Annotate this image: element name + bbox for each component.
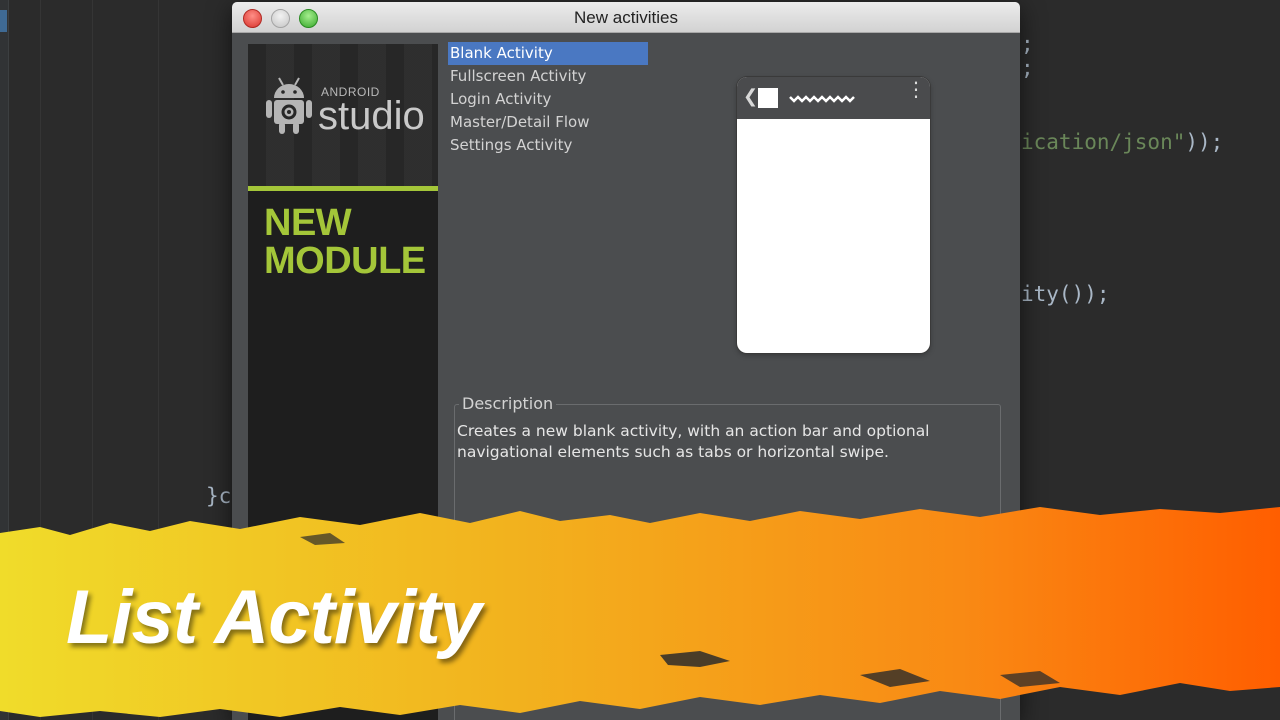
gutter-marker [0,10,7,32]
new-module-line1: NEW [264,202,352,244]
activity-item-login[interactable]: Login Activity [448,88,648,111]
activity-item-master-detail[interactable]: Master/Detail Flow [448,111,648,134]
code-string: ication/json" [1021,130,1186,154]
new-module-heading: NEW MODULE [264,204,434,280]
new-module-line2: MODULE [264,240,426,282]
video-title-overlay: List Activity [66,575,482,660]
description-text: Creates a new blank activity, with an ac… [457,422,930,461]
title-squiggle-icon [789,95,855,103]
android-robot-icon [266,77,312,134]
code-fragment-activity[interactable]: ity()); [1021,282,1110,306]
activity-item-settings[interactable]: Settings Activity [448,134,648,157]
activity-item-blank[interactable]: Blank Activity [448,42,648,65]
chevron-left-icon: ❮ [743,86,759,107]
description-legend: Description [459,394,557,413]
code-fragment-semicolon[interactable]: ; [1021,56,1034,80]
activity-template-list: Blank Activity Fullscreen Activity Login… [448,42,648,157]
dialog-titlebar[interactable]: New activities [232,2,1020,33]
code-fragment-json[interactable]: ication/json")); [1021,130,1223,154]
banner-header: ANDROID studio [248,44,438,186]
preview-action-bar: ❮ ⋮ [737,77,930,119]
activity-item-fullscreen[interactable]: Fullscreen Activity [448,65,648,88]
dialog-title: New activities [574,8,678,27]
code-fragment-semicolon[interactable]: ; [1021,32,1034,56]
code-punct: )); [1185,130,1224,154]
app-icon-placeholder [758,88,778,108]
banner-divider [248,186,438,191]
activity-preview-phone: ❮ ⋮ [737,77,930,353]
overflow-menu-icon: ⋮ [906,77,926,101]
brand-studio-label: studio [318,94,425,138]
